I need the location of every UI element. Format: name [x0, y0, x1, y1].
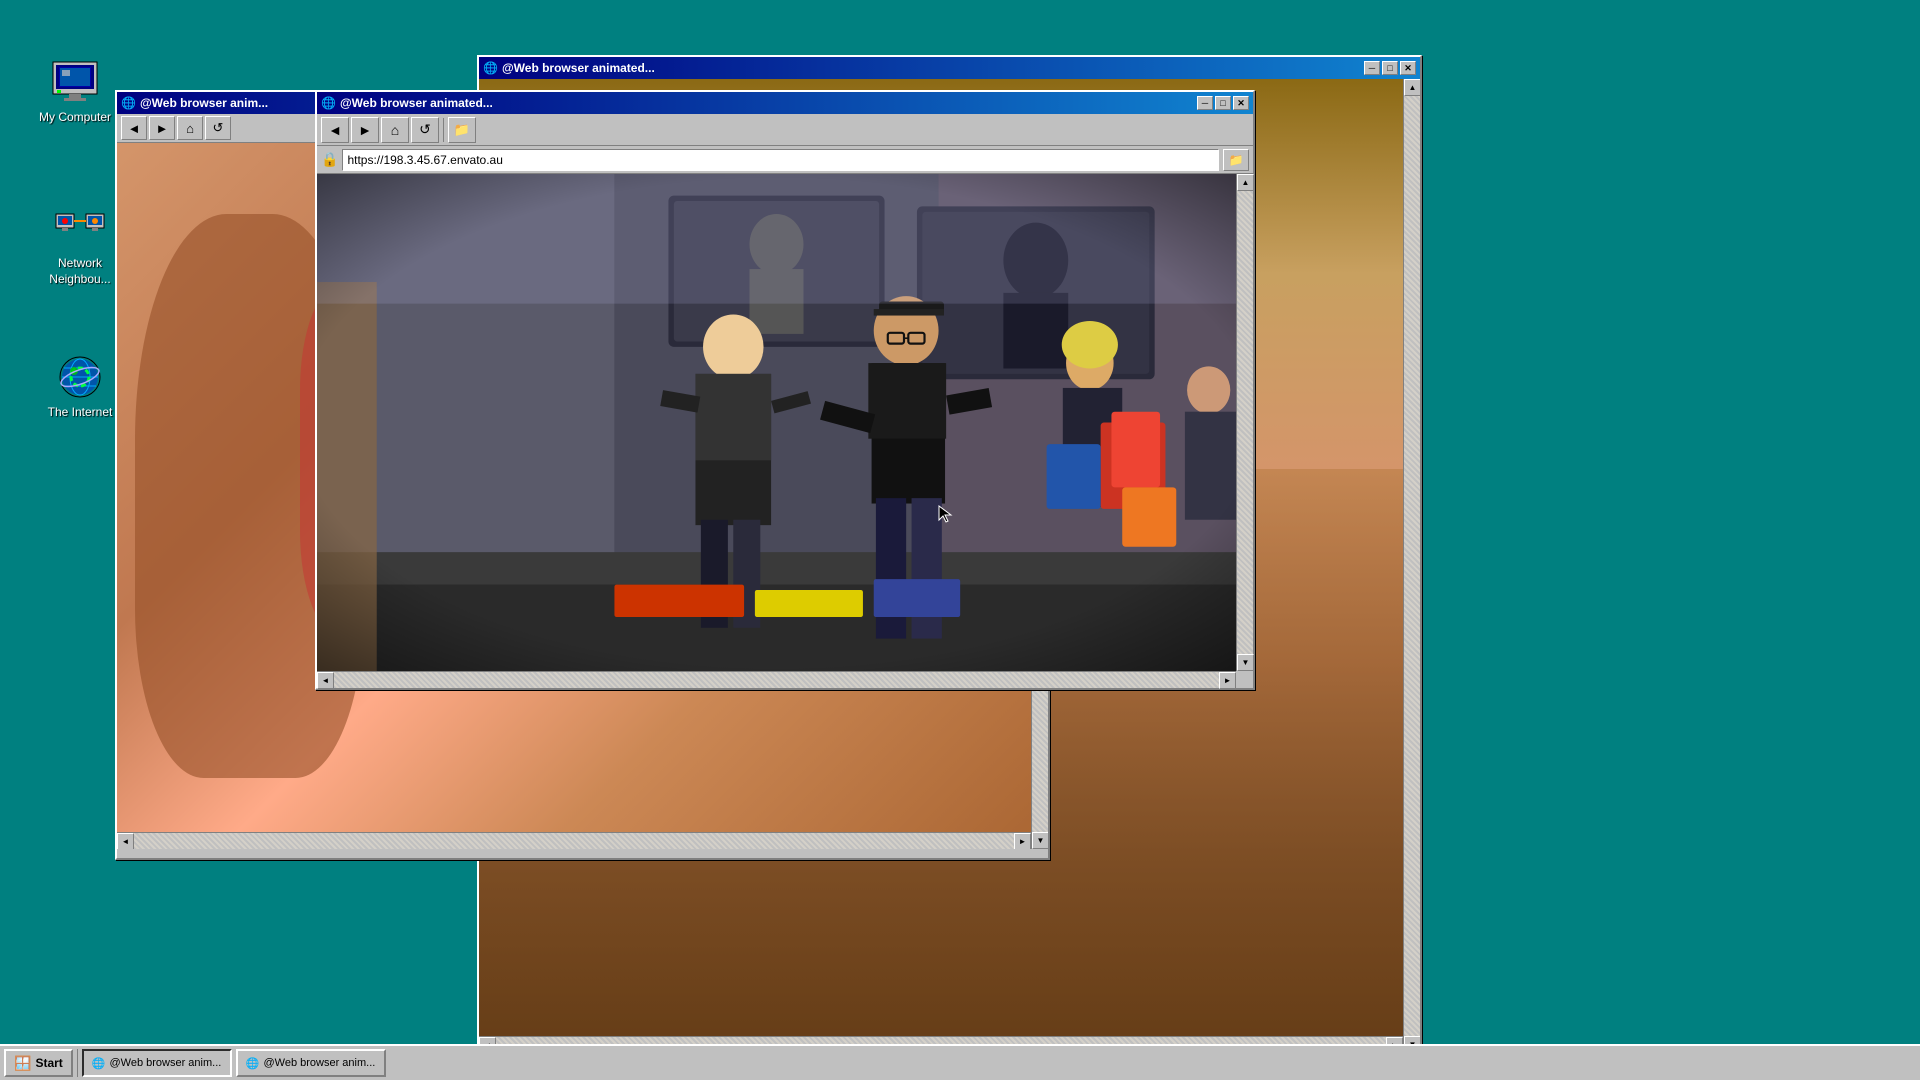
folder-btn-front[interactable]: 📁	[448, 117, 476, 143]
titlebar-controls-back: ─ □ ✕	[1364, 61, 1416, 75]
close-btn-back[interactable]: ✕	[1400, 61, 1416, 75]
taskbar-item-1-label: @Web browser anim...	[109, 1057, 221, 1069]
home-btn-mid[interactable]: ⌂	[177, 116, 203, 140]
start-button[interactable]: 🪟 Start	[4, 1049, 73, 1077]
titlebar-title-mid: 🌐 @Web browser anim...	[121, 96, 268, 110]
url-input-front[interactable]	[342, 149, 1219, 171]
my-computer-label: My Computer	[39, 110, 111, 126]
taskbar-item-2-label: @Web browser anim...	[263, 1057, 375, 1069]
minimize-btn-back[interactable]: ─	[1364, 61, 1380, 75]
computer-icon-img	[49, 60, 101, 108]
my-computer-icon[interactable]: My Computer	[30, 60, 120, 126]
titlebar-controls-front: ─ □ ✕	[1197, 96, 1249, 110]
scrollbar-v-front[interactable]: ▲ ▼	[1236, 174, 1253, 671]
maximize-btn-front[interactable]: □	[1215, 96, 1231, 110]
scroll-track-back[interactable]	[1404, 96, 1420, 1036]
address-bar-front: 🔒 📁	[317, 146, 1253, 174]
browser-icon-back: 🌐	[483, 61, 498, 75]
scroll-left-mid[interactable]: ◄	[117, 833, 134, 849]
maximize-btn-back[interactable]: □	[1382, 61, 1398, 75]
back-btn-mid[interactable]: ◄	[121, 116, 147, 140]
refresh-btn-front[interactable]: ↺	[411, 117, 439, 143]
address-go-btn-front[interactable]: 📁	[1223, 149, 1249, 171]
titlebar-back[interactable]: 🌐 @Web browser animated... ─ □ ✕	[479, 57, 1420, 79]
network-label: NetworkNeighbou...	[49, 256, 110, 287]
scroll-up-back[interactable]: ▲	[1404, 79, 1420, 96]
scrollbar-h-front[interactable]: ◄ ►	[317, 671, 1236, 688]
scroll-down-front[interactable]: ▼	[1237, 654, 1254, 671]
taskbar-item-2[interactable]: 🌐 @Web browser anim...	[236, 1049, 386, 1077]
minimize-btn-front[interactable]: ─	[1197, 96, 1213, 110]
titlebar-title-front: 🌐 @Web browser animated...	[321, 96, 493, 110]
scroll-right-mid[interactable]: ►	[1014, 833, 1031, 849]
titlebar-front[interactable]: 🌐 @Web browser animated... ─ □ ✕	[317, 92, 1253, 114]
internet-label: The Internet	[48, 405, 113, 421]
toolbar-front: ◄ ► ⌂ ↺ 📁	[317, 114, 1253, 146]
forward-btn-mid[interactable]: ►	[149, 116, 175, 140]
back-btn-front[interactable]: ◄	[321, 117, 349, 143]
start-label: Start	[35, 1056, 62, 1070]
browser-icon-front: 🌐	[321, 96, 336, 110]
content-area-front	[317, 174, 1236, 671]
refresh-btn-mid[interactable]: ↺	[205, 116, 231, 140]
scene-svg	[317, 174, 1236, 671]
home-btn-front[interactable]: ⌂	[381, 117, 409, 143]
scroll-up-front[interactable]: ▲	[1237, 174, 1254, 191]
scroll-left-front[interactable]: ◄	[317, 672, 334, 689]
network-icon-img	[54, 210, 106, 254]
window-front: 🌐 @Web browser animated... ─ □ ✕ ◄ ► ⌂ ↺…	[315, 90, 1255, 690]
address-icon-front: 🔒	[321, 151, 338, 168]
browser-icon-mid: 🌐	[121, 96, 136, 110]
titlebar-title-back: 🌐 @Web browser animated...	[483, 61, 655, 75]
forward-btn-front[interactable]: ►	[351, 117, 379, 143]
start-icon: 🪟	[14, 1055, 31, 1072]
scrollbar-v-back[interactable]: ▲ ▼	[1403, 79, 1420, 1053]
scroll-right-front[interactable]: ►	[1219, 672, 1236, 689]
taskbar-item-1[interactable]: 🌐 @Web browser anim...	[82, 1049, 232, 1077]
scroll-down-mid[interactable]: ▼	[1032, 832, 1048, 849]
close-btn-front[interactable]: ✕	[1233, 96, 1249, 110]
internet-icon-img	[54, 355, 106, 403]
taskbar: 🪟 Start 🌐 @Web browser anim... 🌐 @Web br…	[0, 1044, 1920, 1080]
